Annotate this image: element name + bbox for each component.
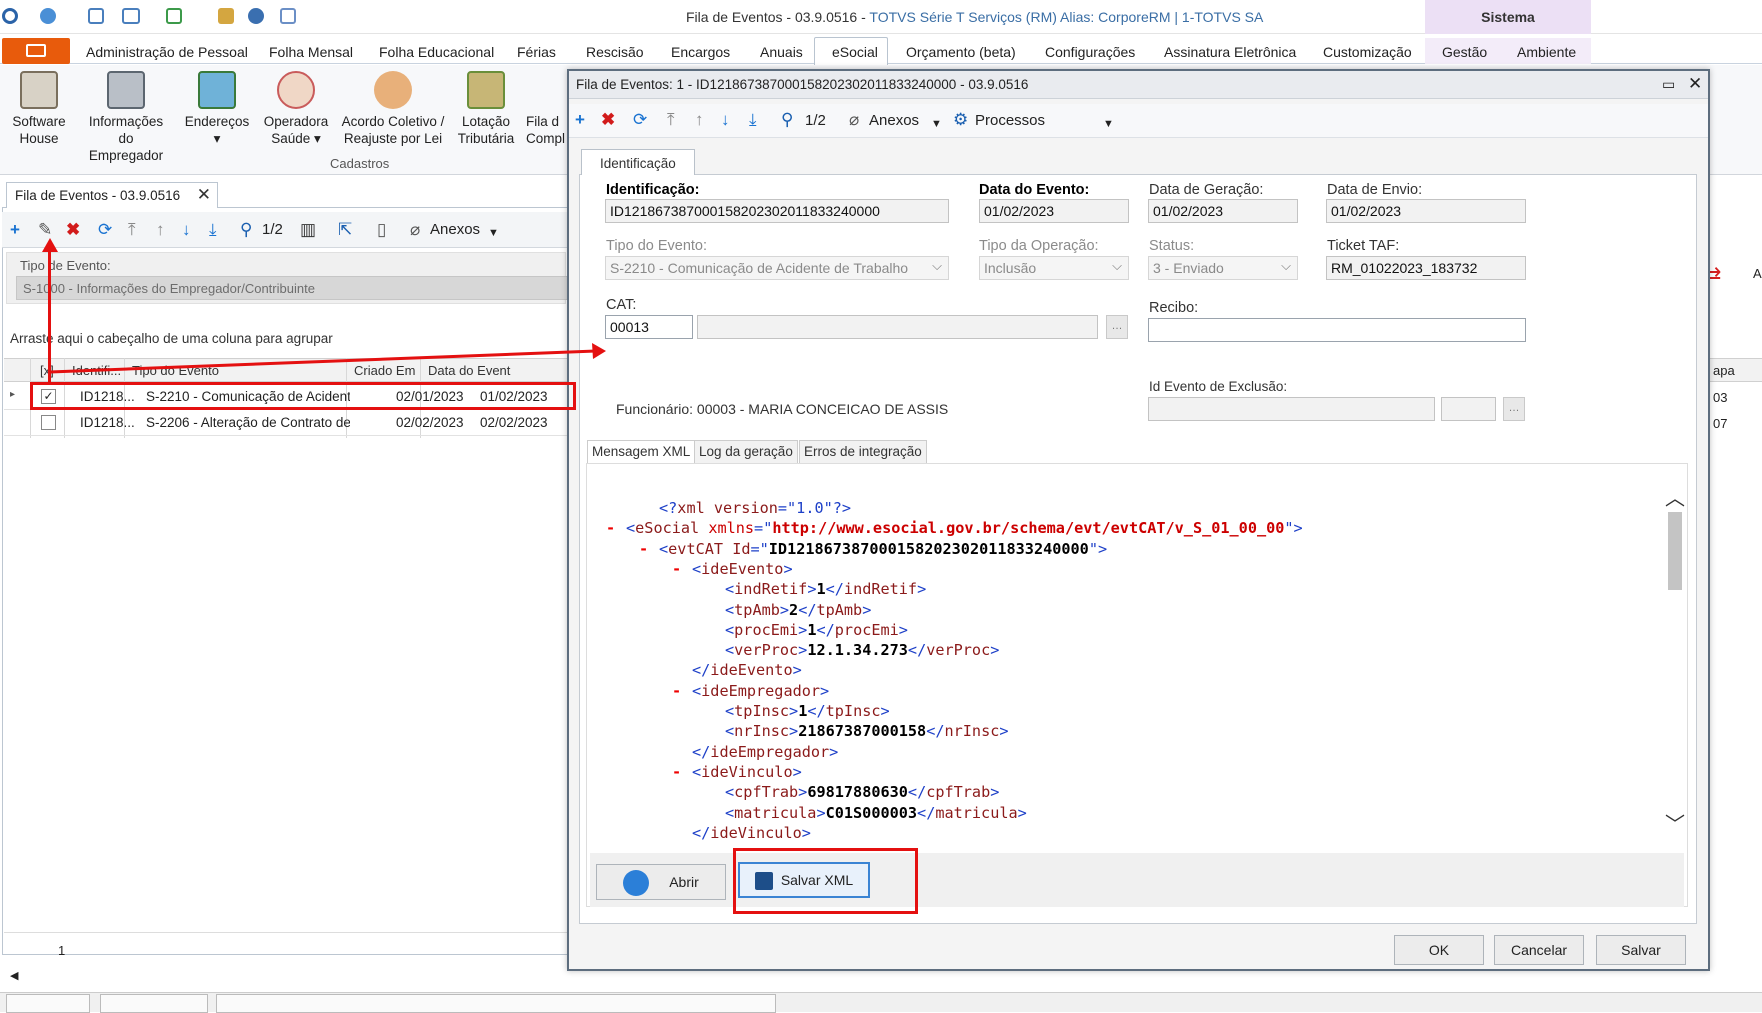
- status-tab[interactable]: [100, 994, 208, 1013]
- arrow-to-dialog: [49, 343, 606, 374]
- status-tab[interactable]: [216, 994, 776, 1013]
- status-bar: [0, 992, 1762, 1013]
- status-tab[interactable]: [6, 994, 90, 1013]
